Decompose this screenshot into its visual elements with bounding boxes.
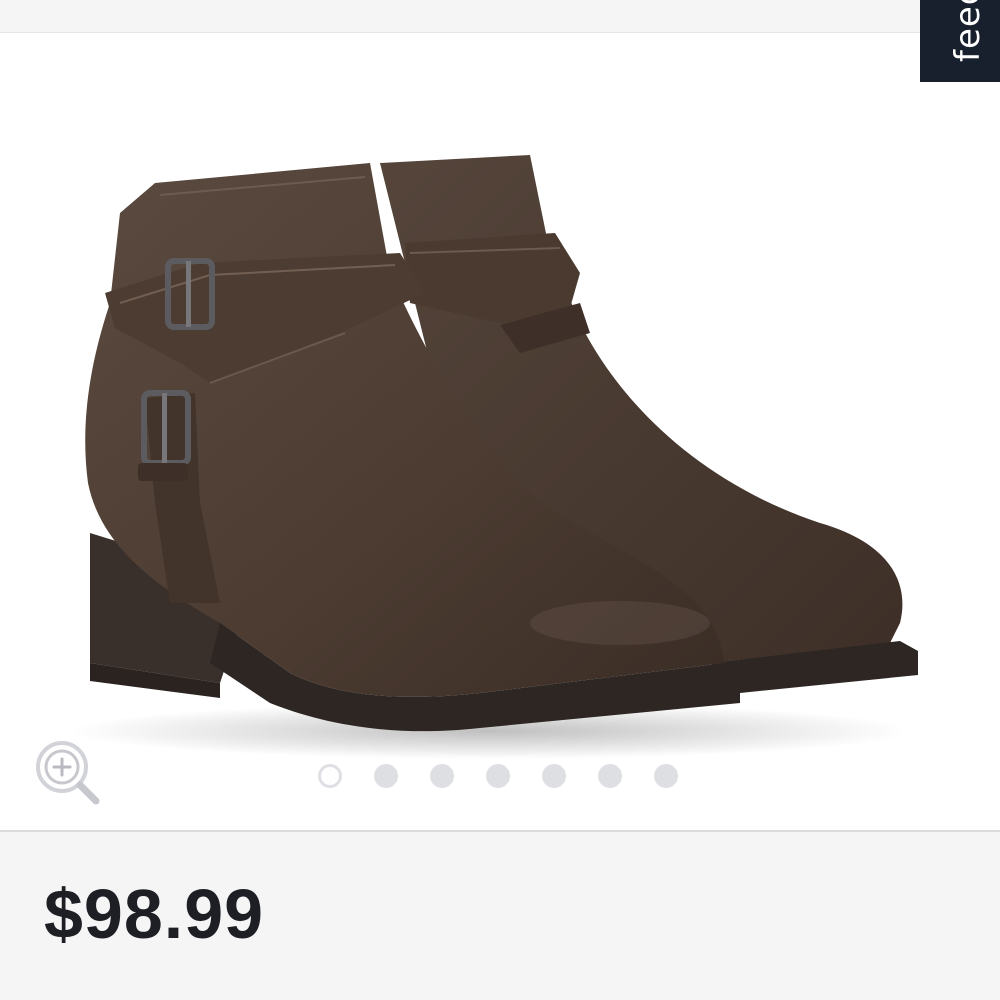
- carousel-dot-6[interactable]: [598, 764, 622, 788]
- product-image-gallery[interactable]: [0, 32, 1000, 832]
- carousel-dot-4[interactable]: [486, 764, 510, 788]
- price-section: $98.99: [0, 834, 1000, 1000]
- carousel-dot-2[interactable]: [374, 764, 398, 788]
- carousel-dot-7[interactable]: [654, 764, 678, 788]
- carousel-dot-5[interactable]: [542, 764, 566, 788]
- top-strip: [0, 0, 1000, 32]
- zoom-button[interactable]: [30, 735, 106, 811]
- carousel-dot-1[interactable]: [318, 764, 342, 788]
- feedback-tab-label: feedback: [948, 0, 988, 62]
- product-price: $98.99: [44, 875, 265, 953]
- carousel-dots: [318, 763, 678, 789]
- feedback-tab[interactable]: feedback: [920, 0, 1000, 82]
- product-page: feedback: [0, 0, 1000, 1000]
- carousel-dot-3[interactable]: [430, 764, 454, 788]
- product-image[interactable]: [60, 103, 940, 763]
- zoom-in-icon: [36, 741, 100, 805]
